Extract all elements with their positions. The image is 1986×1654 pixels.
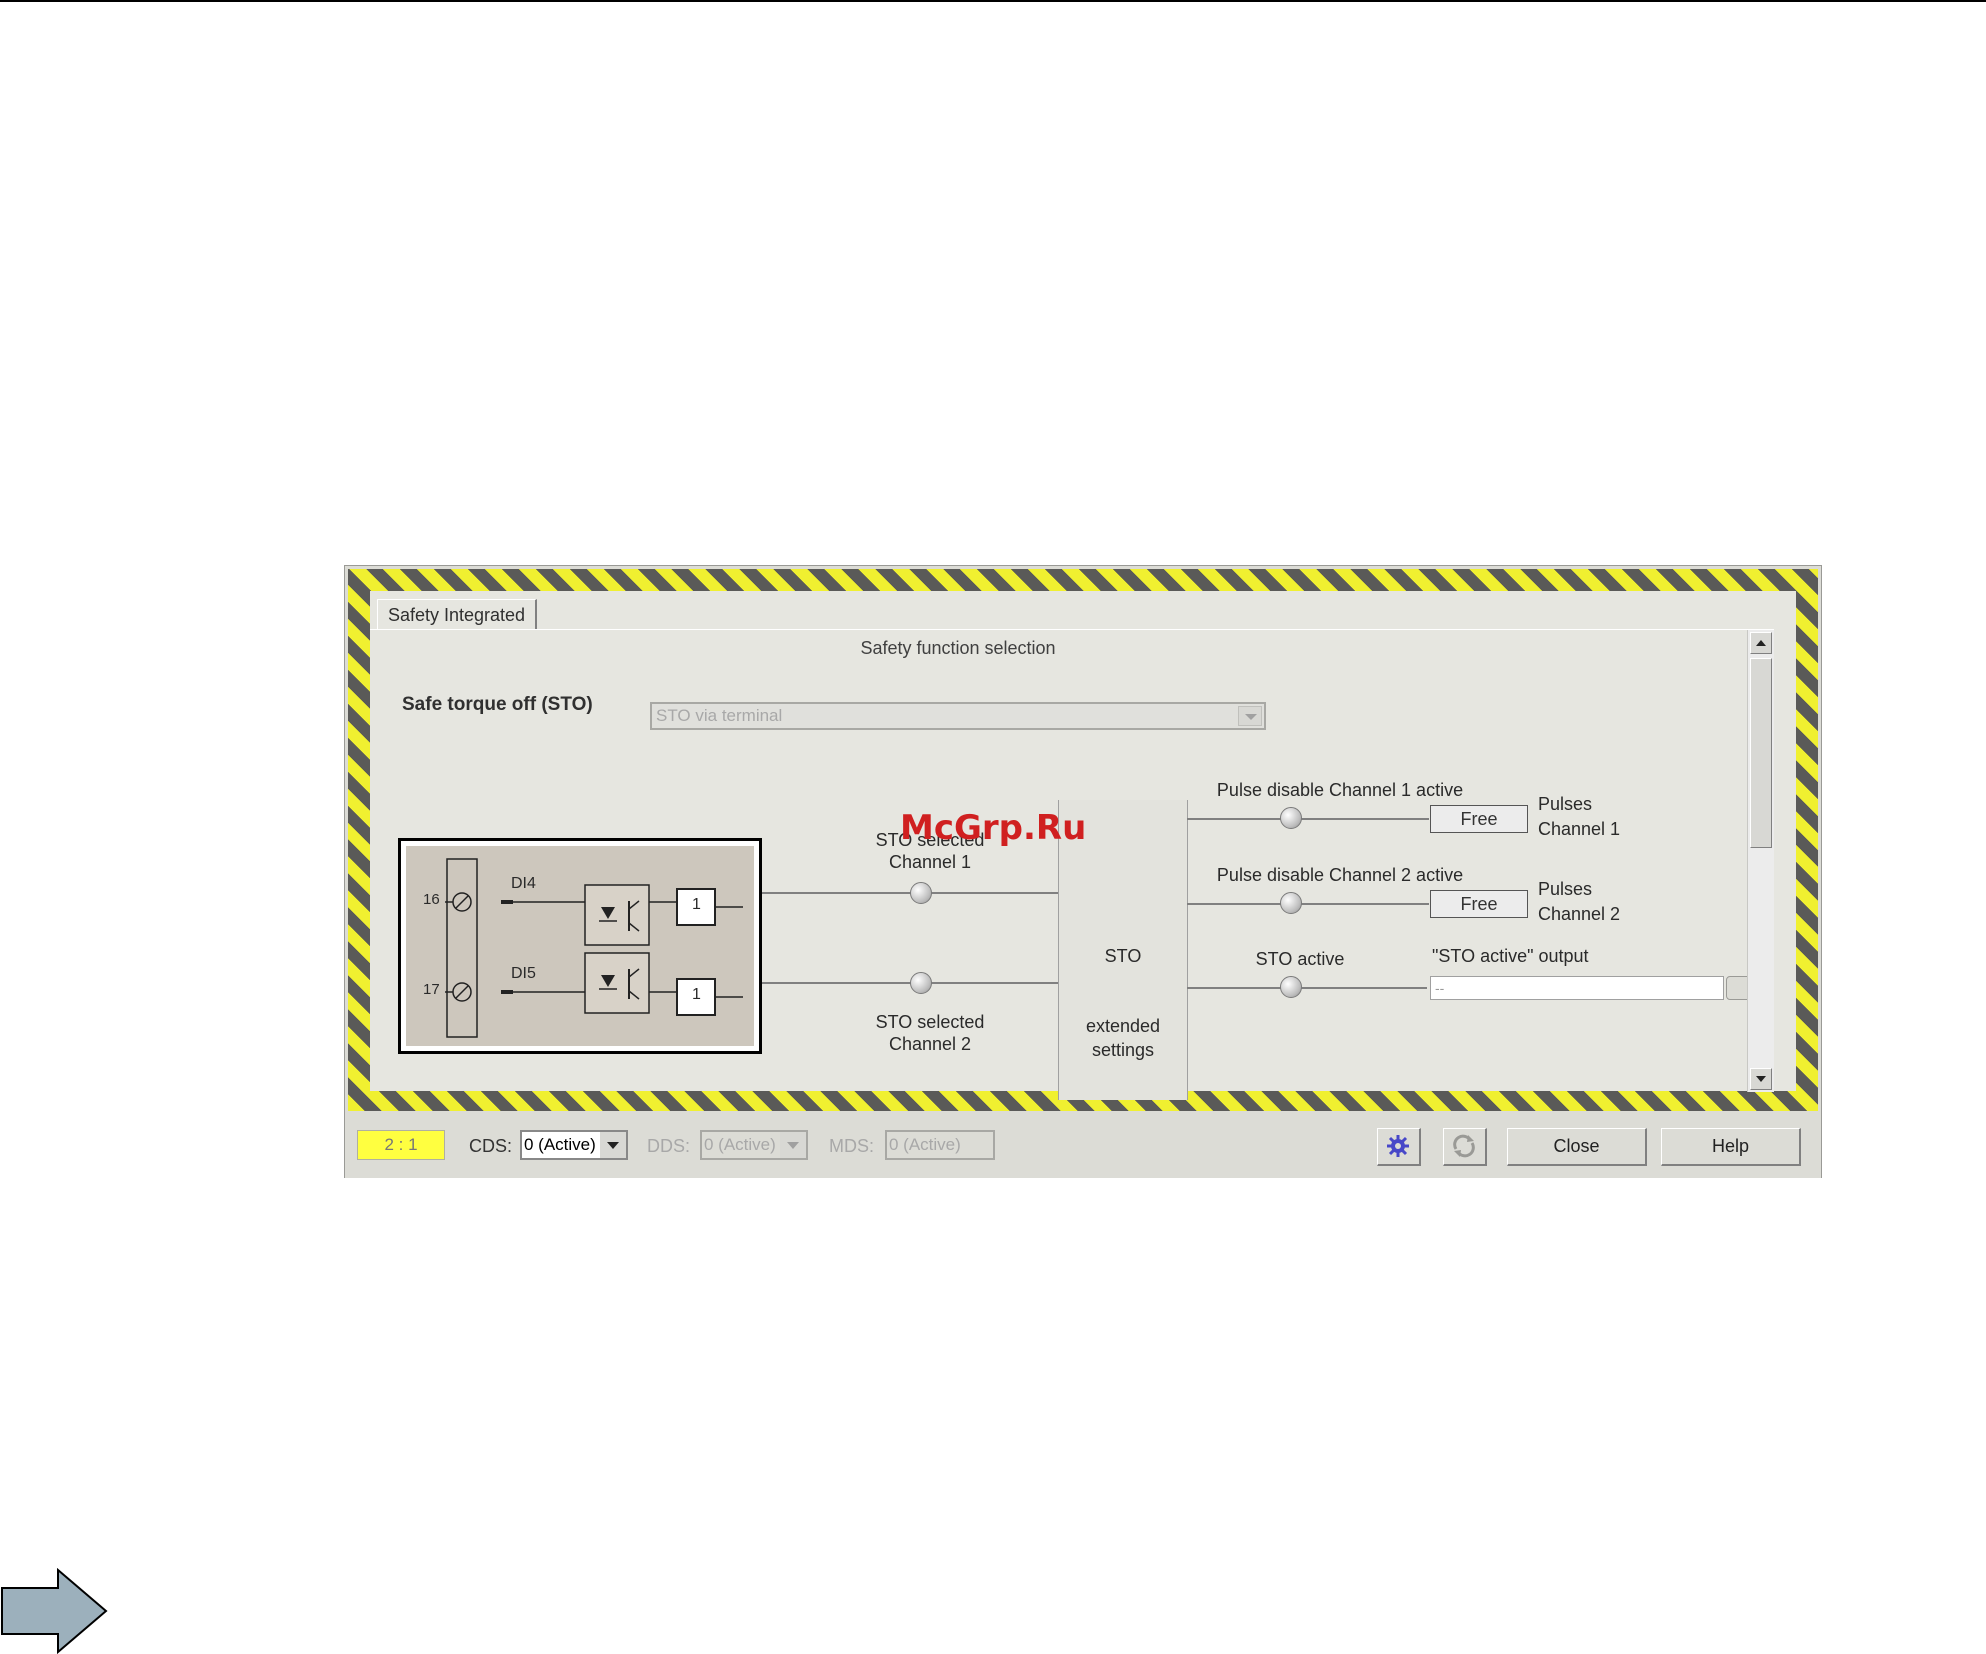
help-button[interactable]: Help xyxy=(1661,1128,1801,1166)
terminal-16-label: 16 xyxy=(423,891,440,908)
terminal-17-label: 17 xyxy=(423,981,440,998)
pulse-disable-ch1-led xyxy=(1280,807,1302,829)
chevron-down-icon[interactable] xyxy=(600,1132,626,1158)
di5-label: DI5 xyxy=(511,965,536,982)
refresh-button[interactable] xyxy=(1443,1128,1487,1166)
safety-function-selection-label: Safety function selection xyxy=(860,638,1056,658)
mds-field-value: 0 (Active) xyxy=(889,1135,961,1154)
safety-function-select-value: STO via terminal xyxy=(656,706,783,725)
sto-active-led xyxy=(1280,976,1302,998)
watermark: McGrp.Ru xyxy=(900,808,1087,848)
sto-selected-ch2-line2: Channel 2 xyxy=(888,1034,972,1054)
scroll-up-icon[interactable] xyxy=(1750,632,1772,654)
safety-function-select[interactable]: STO via terminal xyxy=(650,702,1266,730)
chevron-down-icon[interactable] xyxy=(1238,706,1262,726)
sto-selected-ch1-line2: Channel 1 xyxy=(888,852,972,872)
pulse-disable-ch1-label: Pulse disable Channel 1 active xyxy=(1216,780,1464,800)
gear-icon xyxy=(1387,1135,1409,1157)
section-title: Safe torque off (STO) xyxy=(402,694,593,715)
pulses-ch1-line2: Channel 1 xyxy=(1538,819,1621,839)
ratio-indicator: 2 : 1 xyxy=(357,1130,445,1160)
di4-label: DI4 xyxy=(511,875,536,892)
free-ch1-indicator: Free xyxy=(1430,805,1528,833)
or-gate-top-label: 1 xyxy=(692,896,701,913)
refresh-icon xyxy=(1453,1134,1475,1158)
sto-active-output-field[interactable]: -- xyxy=(1430,976,1724,1000)
scroll-thumb[interactable] xyxy=(1750,658,1772,848)
pulse-disable-ch2-led xyxy=(1280,892,1302,914)
dds-label: DDS: xyxy=(647,1136,691,1156)
pulse-disable-ch2-label: Pulse disable Channel 2 active xyxy=(1216,865,1464,885)
page-top-rule xyxy=(0,0,1986,2)
pulses-ch2-line1: Pulses xyxy=(1538,879,1593,899)
tab-content: Safety function selection STO via termin… xyxy=(370,629,1774,1100)
sto-selected-ch1-led xyxy=(910,882,932,904)
pulses-ch2-line2: Channel 2 xyxy=(1538,904,1621,924)
vertical-scrollbar[interactable] xyxy=(1747,630,1774,1092)
sto-box-ext-line1: extended xyxy=(1085,1016,1161,1036)
mds-label: MDS: xyxy=(829,1136,874,1156)
cds-select[interactable]: 0 (Active) xyxy=(520,1130,628,1160)
cds-label: CDS: xyxy=(469,1136,513,1156)
pulses-ch1-line1: Pulses xyxy=(1538,794,1593,814)
dds-select: 0 (Active) xyxy=(700,1130,808,1160)
free-ch2-indicator: Free xyxy=(1430,890,1528,918)
next-arrow-icon xyxy=(1,1568,108,1654)
sto-active-line xyxy=(1187,987,1427,989)
pulse-ch2-line xyxy=(1187,903,1429,905)
terminal-schematic-drawing xyxy=(404,844,756,1048)
close-button[interactable]: Close xyxy=(1507,1128,1647,1166)
sto-active-output-label: "STO active" output xyxy=(1432,946,1589,966)
dialog-bottom-bar: 2 : 1 CDS: 0 (Active) DDS: 0 (Active) MD… xyxy=(345,1116,1821,1178)
sto-active-label: STO active xyxy=(1255,949,1345,969)
dds-select-value: 0 (Active) xyxy=(704,1135,776,1154)
pulse-ch1-line xyxy=(1187,818,1429,820)
or-gate-bottom-label: 1 xyxy=(692,986,701,1003)
gear-button[interactable] xyxy=(1377,1128,1421,1166)
scroll-down-icon[interactable] xyxy=(1750,1068,1772,1090)
sto-box-ext-line2: settings xyxy=(1091,1040,1155,1060)
chevron-down-icon xyxy=(780,1132,806,1158)
mds-field: 0 (Active) xyxy=(885,1130,995,1160)
cds-select-value: 0 (Active) xyxy=(524,1135,596,1154)
sto-selected-ch2-led xyxy=(910,972,932,994)
tab-safety-integrated[interactable]: Safety Integrated xyxy=(377,599,537,630)
safety-integrated-dialog: Safety Integrated Safety function select… xyxy=(344,565,1822,1178)
sto-box-title: STO xyxy=(1104,946,1142,966)
terminal-schematic: 16 17 DI4 DI5 1 1 xyxy=(398,838,762,1054)
sto-selected-ch2-line1: STO selected xyxy=(875,1012,985,1032)
